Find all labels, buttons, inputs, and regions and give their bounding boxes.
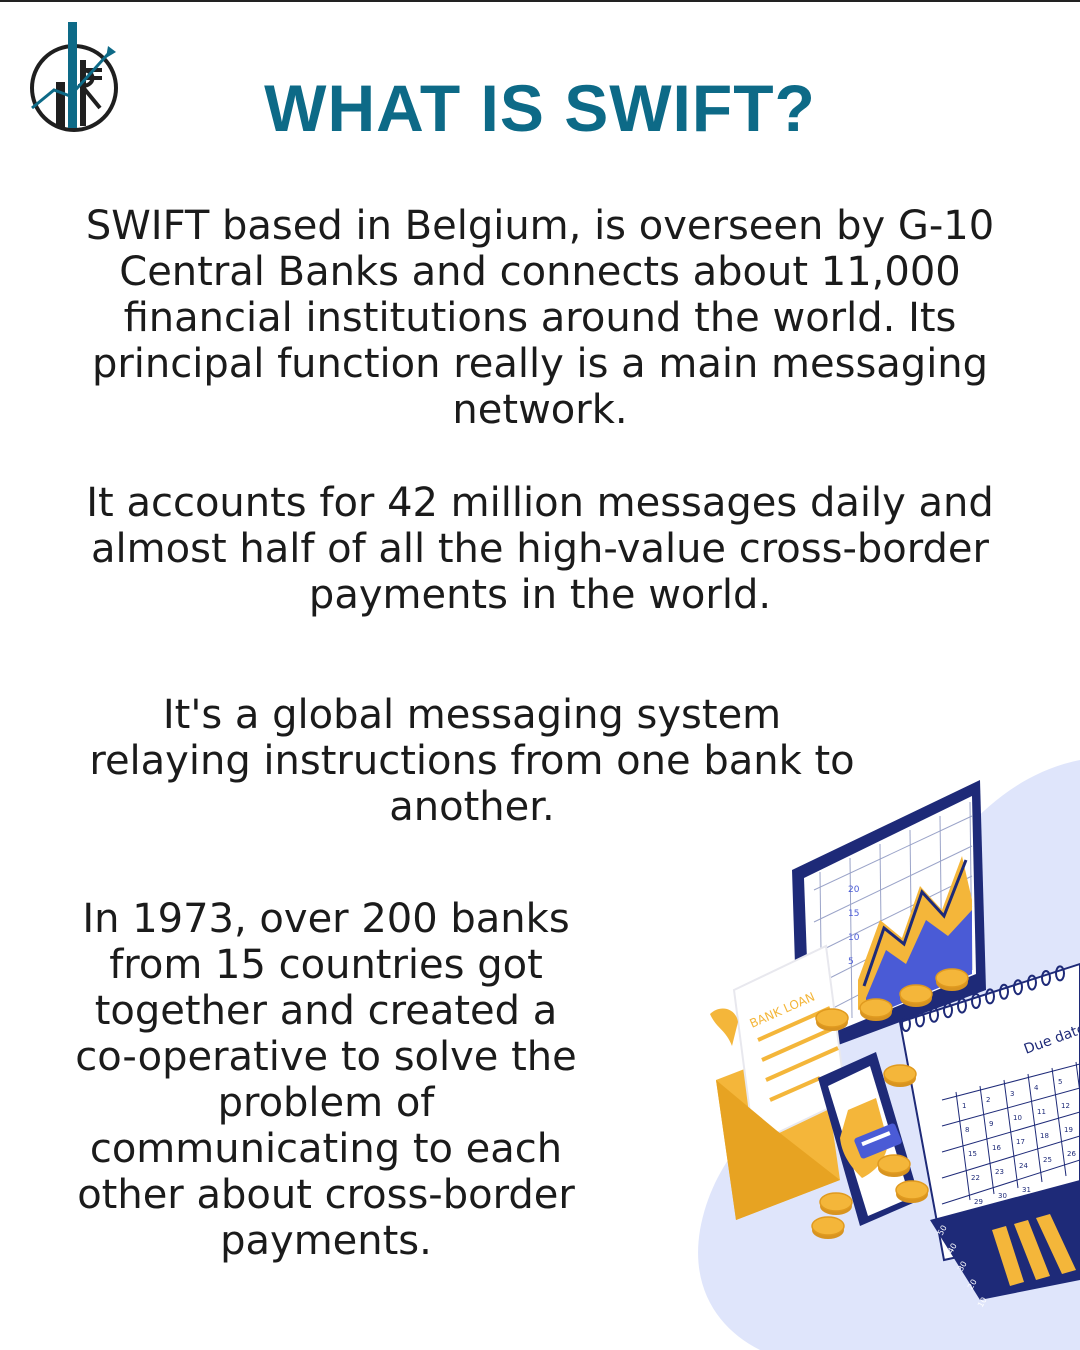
top-border <box>0 0 1080 2</box>
calendar-day: 25 <box>1043 1156 1052 1164</box>
calendar-day: 12 <box>1061 1102 1070 1110</box>
calendar-day: 30 <box>998 1192 1007 1200</box>
calendar-day: 10 <box>1013 1114 1022 1122</box>
paragraph-overview: SWIFT based in Belgium, is overseen by G… <box>85 203 995 433</box>
calendar-day: 24 <box>1019 1162 1028 1170</box>
calendar-day: 31 <box>1022 1186 1031 1194</box>
calendar-day: 9 <box>989 1120 993 1128</box>
paragraph-history: In 1973, over 200 banks from 15 countrie… <box>75 896 577 1264</box>
calendar-day: 18 <box>1040 1132 1049 1140</box>
paragraph-volume: It accounts for 42 million messages dail… <box>86 480 994 618</box>
calendar-day: 16 <box>992 1144 1001 1152</box>
calendar-day: 17 <box>1016 1138 1025 1146</box>
calendar-day: 23 <box>995 1168 1004 1176</box>
calendar-day: 26 <box>1067 1150 1076 1158</box>
calendar-day: 22 <box>971 1174 980 1182</box>
calendar-day: 2 <box>986 1096 990 1104</box>
calendar-day: 8 <box>965 1126 969 1134</box>
calendar-day: 19 <box>1064 1126 1073 1134</box>
chart-tick: 15 <box>848 909 859 919</box>
calendar-day: 29 <box>974 1198 983 1206</box>
page-title: WHAT IS SWIFT? <box>264 71 816 145</box>
calendar-day: 1 <box>962 1102 966 1110</box>
chart-tick: 5 <box>848 957 854 967</box>
banking-illustration: 20 15 10 5 BANK LOAN Due date 1234568910… <box>698 760 1080 1350</box>
calendar-day: 15 <box>968 1150 977 1158</box>
calendar-day: 11 <box>1037 1108 1046 1116</box>
calendar-day: 4 <box>1034 1084 1039 1092</box>
chart-tick: 20 <box>848 885 860 895</box>
calendar-day: 3 <box>1010 1090 1014 1098</box>
calendar-day: 5 <box>1058 1078 1062 1086</box>
chart-tick: 10 <box>848 933 860 943</box>
